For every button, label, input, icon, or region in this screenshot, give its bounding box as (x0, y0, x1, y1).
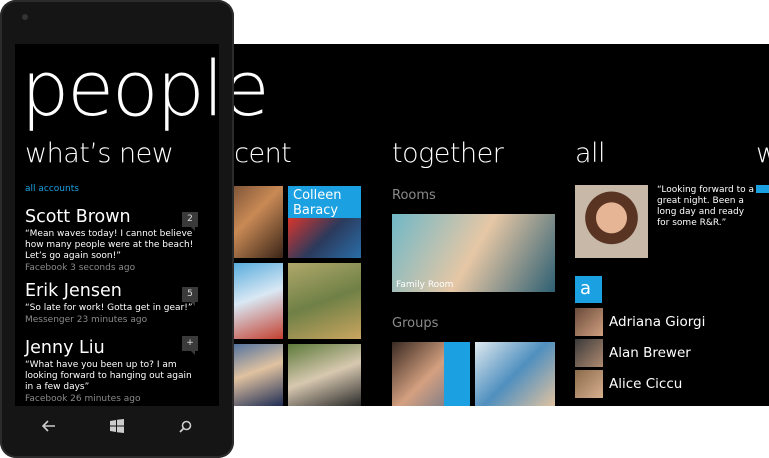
contact-row[interactable]: Alice Ciccu (575, 370, 682, 398)
back-arrow-icon[interactable] (37, 414, 61, 438)
recent-contact-tile-colleen[interactable]: Colleen Baracy (288, 186, 361, 258)
windows-logo-icon[interactable] (105, 414, 129, 438)
next-section-link (756, 185, 769, 193)
group-tile-accent (444, 342, 470, 406)
accounts-filter[interactable]: all accounts (25, 184, 79, 194)
room-tile-caption: Family Room (396, 280, 454, 290)
section-title-together[interactable]: together (392, 136, 504, 172)
recent-tile-name: Colleen Baracy (293, 188, 342, 218)
comment-count-badge[interactable]: 2 (182, 212, 198, 231)
contact-name: Alice Ciccu (609, 376, 683, 392)
feed-item[interactable]: Erik Jensen “So late for work! Gotta get… (25, 280, 195, 325)
profile-photo[interactable] (575, 185, 648, 258)
recent-contact-tile[interactable] (288, 344, 361, 406)
search-icon[interactable] (173, 414, 197, 438)
contact-row[interactable]: Alan Brewer (575, 339, 691, 367)
contact-row[interactable]: Adriana Giorgi (575, 308, 705, 336)
feed-meta: Messenger 23 minutes ago (25, 315, 148, 325)
group-tile[interactable] (392, 342, 470, 406)
group-tile[interactable] (475, 342, 555, 406)
phone-hub-title: people (21, 44, 219, 133)
contact-name: Adriana Giorgi (609, 314, 706, 330)
phone-section-title[interactable]: what’s new (25, 136, 174, 172)
contact-name: Alan Brewer (609, 345, 691, 361)
rooms-label: Rooms (392, 188, 436, 203)
feed-name: Jenny Liu (25, 338, 105, 358)
avatar (575, 370, 603, 398)
recent-contact-tile[interactable] (288, 263, 361, 339)
feed-item[interactable]: Jenny Liu “What have you been up to? I a… (25, 337, 195, 404)
camera-icon (22, 14, 28, 20)
feed-message: “So late for work! Gotta get in gear!” (25, 303, 193, 313)
phone-device: people what’s new all accounts Scott Bro… (0, 0, 234, 458)
profile-quote: “Looking forward to a great night. Been … (657, 185, 755, 228)
comment-count-badge[interactable]: 5 (182, 287, 198, 306)
phone-screen: people what’s new all accounts Scott Bro… (15, 44, 219, 406)
feed-meta: Facebook 3 seconds ago (25, 263, 136, 273)
comment-count-badge[interactable]: + (182, 336, 198, 355)
feed-meta: Facebook 26 minutes ago (25, 394, 141, 404)
hardware-nav-bar (15, 406, 219, 446)
jump-letter-a[interactable]: a (575, 276, 602, 303)
room-tile-family[interactable]: Family Room (392, 214, 555, 292)
feed-message: “What have you been up to? I am looking … (25, 360, 192, 392)
section-title-all[interactable]: all (575, 136, 606, 172)
avatar (575, 308, 603, 336)
colleen-photo (288, 218, 361, 258)
section-title-next[interactable]: w (756, 136, 769, 172)
feed-name: Erik Jensen (25, 281, 122, 301)
avatar (575, 339, 603, 367)
groups-label: Groups (392, 316, 439, 331)
feed-message: “Mean waves today! I cannot believe how … (25, 229, 194, 261)
feed-name: Scott Brown (25, 207, 131, 227)
feed-item[interactable]: Scott Brown “Mean waves today! I cannot … (25, 206, 195, 273)
